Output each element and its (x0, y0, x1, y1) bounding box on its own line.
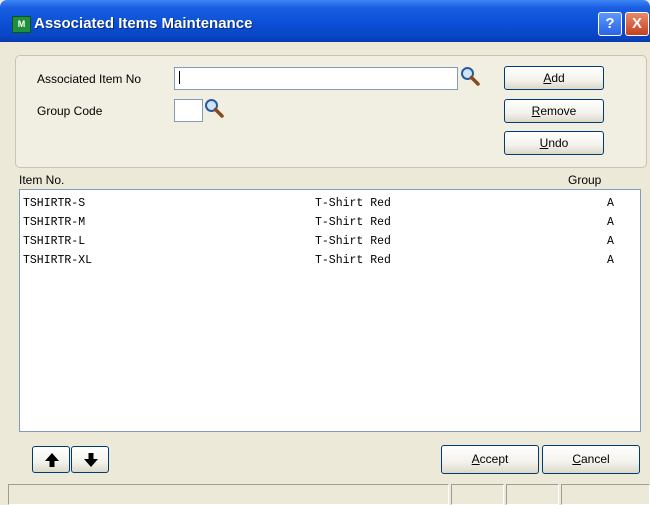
associated-item-input[interactable] (174, 67, 458, 90)
magnifier-icon[interactable] (460, 66, 480, 86)
undo-button[interactable]: Undo (504, 131, 604, 155)
group-code-input[interactable] (174, 99, 203, 122)
close-button[interactable]: X (625, 12, 649, 36)
cancel-accelerator: C (572, 452, 581, 466)
list-item[interactable]: TSHIRTR-L T-Shirt Red A (20, 233, 640, 251)
window-title: Associated Items Maintenance (34, 15, 253, 32)
app-icon: M (12, 16, 31, 33)
status-panel (451, 484, 504, 505)
undo-accelerator: U (539, 136, 549, 150)
remove-label: emove (540, 104, 577, 118)
cancel-label: ancel (580, 452, 610, 466)
group-cell: A (607, 216, 614, 229)
list-item[interactable]: TSHIRTR-XL T-Shirt Red A (20, 252, 640, 270)
group-cell: A (607, 254, 614, 267)
move-up-button[interactable] (32, 446, 70, 473)
undo-label: ndo (548, 136, 569, 150)
remove-accelerator: R (531, 104, 541, 118)
list-item[interactable]: TSHIRTR-M T-Shirt Red A (20, 214, 640, 232)
item-no-cell: TSHIRTR-M (23, 216, 86, 229)
title-bar: M Associated Items Maintenance ? X (0, 0, 650, 42)
item-no-cell: TSHIRTR-XL (23, 254, 93, 267)
column-header-group[interactable]: Group (568, 173, 601, 187)
status-panel-main (8, 484, 449, 505)
remove-button[interactable]: Remove (504, 99, 604, 123)
list-item[interactable]: TSHIRTR-S T-Shirt Red A (20, 195, 640, 213)
status-panel (561, 484, 650, 505)
add-button[interactable]: Add (504, 66, 604, 90)
status-bar (8, 484, 650, 505)
accept-accelerator: A (471, 452, 480, 466)
add-label: dd (551, 71, 565, 85)
group-code-label: Group Code (37, 104, 103, 118)
magnifier-icon[interactable] (204, 98, 224, 118)
description-cell: T-Shirt Red (315, 216, 391, 229)
arrow-up-icon (45, 453, 59, 467)
description-cell: T-Shirt Red (315, 197, 391, 210)
item-no-cell: TSHIRTR-L (23, 235, 86, 248)
group-cell: A (607, 197, 614, 210)
text-caret (179, 71, 180, 84)
window: M Associated Items Maintenance ? X Assoc… (0, 0, 650, 505)
cancel-button[interactable]: Cancel (542, 445, 640, 474)
accept-button[interactable]: Accept (441, 445, 539, 474)
accept-label: ccept (479, 452, 509, 466)
description-cell: T-Shirt Red (315, 235, 391, 248)
associated-item-label: Associated Item No (37, 72, 142, 86)
status-panel (506, 484, 559, 505)
description-cell: T-Shirt Red (315, 254, 391, 267)
column-header-item-no[interactable]: Item No. (19, 173, 64, 187)
group-cell: A (607, 235, 614, 248)
arrow-down-icon (84, 453, 98, 467)
associated-items-list[interactable]: TSHIRTR-S T-Shirt Red A TSHIRTR-M T-Shir… (19, 189, 641, 432)
item-no-cell: TSHIRTR-S (23, 197, 86, 210)
help-button[interactable]: ? (598, 12, 622, 36)
move-down-button[interactable] (71, 446, 109, 473)
